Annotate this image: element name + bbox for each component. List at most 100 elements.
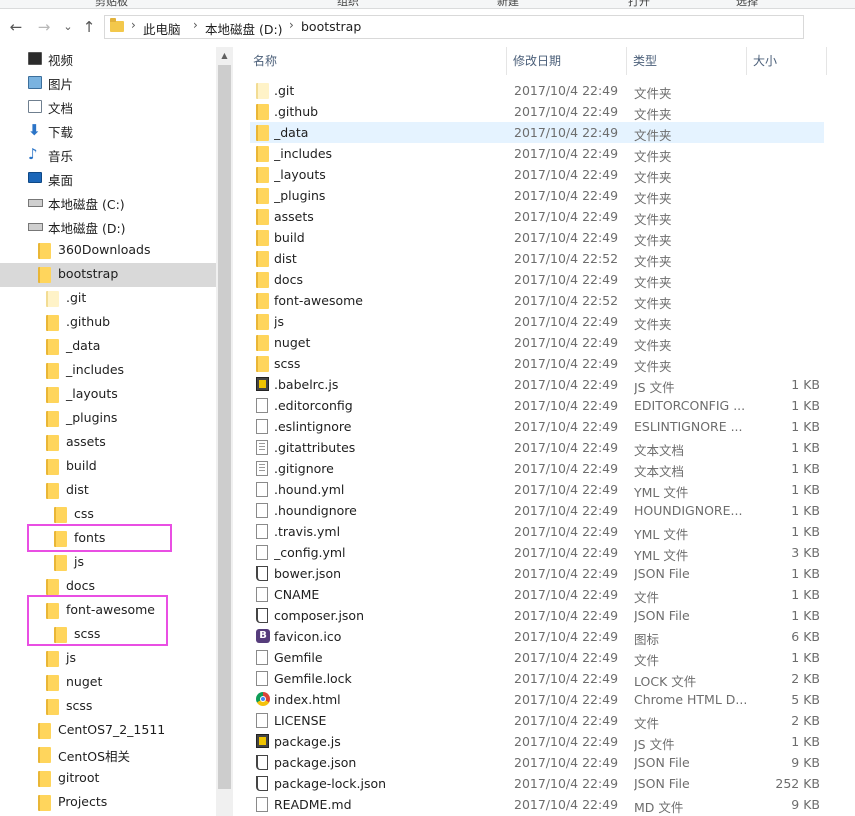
file-row[interactable]: docs 2017/10/4 22:49 文件夹 bbox=[250, 269, 824, 290]
file-date: 2017/10/4 22:49 bbox=[514, 209, 619, 224]
tree-item[interactable]: nuget bbox=[0, 671, 216, 695]
tree-item[interactable]: build bbox=[0, 455, 216, 479]
breadcrumb-this-pc[interactable]: 此电脑 bbox=[143, 19, 181, 38]
tree-item[interactable]: js bbox=[0, 647, 216, 671]
file-date: 2017/10/4 22:49 bbox=[514, 188, 619, 203]
tree-item[interactable]: 本地磁盘 (D:) bbox=[0, 215, 216, 239]
tree-item[interactable]: _plugins bbox=[0, 407, 216, 431]
file-row[interactable]: .babelrc.js 2017/10/4 22:49 JS 文件 1 KB bbox=[250, 374, 824, 395]
column-header-type[interactable]: 类型 bbox=[627, 47, 747, 75]
file-row[interactable]: _config.yml 2017/10/4 22:49 YML 文件 3 KB bbox=[250, 542, 824, 563]
tree-item[interactable]: css bbox=[0, 503, 216, 527]
tree-item[interactable]: scss bbox=[0, 623, 216, 647]
tree-item[interactable]: CentOS7_2_1511 bbox=[0, 719, 216, 743]
file-row[interactable]: _plugins 2017/10/4 22:49 文件夹 bbox=[250, 185, 824, 206]
file-icon bbox=[256, 797, 268, 812]
tree-item[interactable]: fonts bbox=[0, 527, 216, 551]
file-row[interactable]: .gitignore 2017/10/4 22:49 文本文档 1 KB bbox=[250, 458, 824, 479]
file-size: 1 KB bbox=[791, 608, 820, 623]
tree-item[interactable]: 桌面 bbox=[0, 167, 216, 191]
address-bar[interactable]: › 此电脑 › 本地磁盘 (D:) › bootstrap bbox=[104, 15, 804, 39]
file-row[interactable]: composer.json 2017/10/4 22:49 JSON File 1 K… bbox=[250, 605, 824, 626]
file-row[interactable]: .eslintignore 2017/10/4 22:49 ESLINTIGNORE… bbox=[250, 416, 824, 437]
pictures-icon bbox=[28, 76, 42, 89]
tree-scrollbar[interactable]: ▲ bbox=[216, 47, 233, 816]
file-row[interactable]: _layouts 2017/10/4 22:49 文件夹 bbox=[250, 164, 824, 185]
bootstrap-icon: B bbox=[256, 629, 270, 643]
file-name: README.md bbox=[274, 797, 352, 812]
file-date: 2017/10/4 22:49 bbox=[514, 608, 619, 623]
tree-item-label: js bbox=[66, 650, 76, 665]
tree-item[interactable]: Projects bbox=[0, 791, 216, 815]
recent-locations-chevron-icon[interactable]: ⌄ bbox=[58, 17, 78, 37]
file-row[interactable]: .editorconfig 2017/10/4 22:49 EDITORCONFIG… bbox=[250, 395, 824, 416]
tree-item[interactable]: 文档 bbox=[0, 95, 216, 119]
scrollbar-thumb[interactable] bbox=[218, 65, 231, 789]
file-row[interactable]: package.json 2017/10/4 22:49 JSON File 9 KB bbox=[250, 752, 824, 773]
file-row[interactable]: nuget 2017/10/4 22:49 文件夹 bbox=[250, 332, 824, 353]
breadcrumb-separator-icon[interactable]: › bbox=[131, 18, 136, 32]
file-row[interactable]: _data 2017/10/4 22:49 文件夹 bbox=[250, 122, 824, 143]
up-arrow-icon[interactable]: ↑ bbox=[79, 17, 99, 37]
tree-item[interactable]: bootstrap bbox=[0, 263, 216, 287]
column-header-date[interactable]: 修改日期 bbox=[507, 47, 627, 75]
file-row[interactable]: .gitattributes 2017/10/4 22:49 文本文档 1 KB bbox=[250, 437, 824, 458]
tree-item[interactable]: .github bbox=[0, 311, 216, 335]
breadcrumb-separator-icon[interactable]: › bbox=[289, 18, 294, 32]
file-row[interactable]: Bfavicon.ico 2017/10/4 22:49 图标 6 KB bbox=[250, 626, 824, 647]
back-arrow-icon[interactable]: ← bbox=[6, 17, 26, 37]
tree-item[interactable]: 本地磁盘 (C:) bbox=[0, 191, 216, 215]
tree-item[interactable]: scss bbox=[0, 695, 216, 719]
tree-item[interactable]: gitroot bbox=[0, 767, 216, 791]
file-row[interactable]: package.js 2017/10/4 22:49 JS 文件 1 KB bbox=[250, 731, 824, 752]
file-row[interactable]: Gemfile.lock 2017/10/4 22:49 LOCK 文件 2 KB bbox=[250, 668, 824, 689]
tree-item[interactable]: assets bbox=[0, 431, 216, 455]
tree-item[interactable]: font-awesome bbox=[0, 599, 216, 623]
tree-item[interactable]: CentOS相关 bbox=[0, 743, 216, 767]
tree-item[interactable]: _data bbox=[0, 335, 216, 359]
file-row[interactable]: LICENSE 2017/10/4 22:49 文件 2 KB bbox=[250, 710, 824, 731]
tree-item[interactable]: docs bbox=[0, 575, 216, 599]
file-row[interactable]: CNAME 2017/10/4 22:49 文件 1 KB bbox=[250, 584, 824, 605]
file-row[interactable]: scss 2017/10/4 22:49 文件夹 bbox=[250, 353, 824, 374]
breadcrumb-drive-d[interactable]: 本地磁盘 (D:) bbox=[205, 19, 283, 38]
folder-icon bbox=[38, 771, 51, 787]
file-row[interactable]: bower.json 2017/10/4 22:49 JSON File 1 KB bbox=[250, 563, 824, 584]
tree-item[interactable]: 360Downloads bbox=[0, 239, 216, 263]
tree-item[interactable]: 视频 bbox=[0, 47, 216, 71]
tree-item[interactable]: ⬇ 下载 bbox=[0, 119, 216, 143]
tree-item[interactable]: js bbox=[0, 551, 216, 575]
file-row[interactable]: .git 2017/10/4 22:49 文件夹 bbox=[250, 80, 824, 101]
file-row[interactable]: README.md 2017/10/4 22:49 MD 文件 9 KB bbox=[250, 794, 824, 815]
file-row[interactable]: assets 2017/10/4 22:49 文件夹 bbox=[250, 206, 824, 227]
tree-item[interactable]: ♪ 音乐 bbox=[0, 143, 216, 167]
breadcrumb-separator-icon[interactable]: › bbox=[193, 18, 198, 32]
tree-item[interactable]: 图片 bbox=[0, 71, 216, 95]
file-row[interactable]: package-lock.json 2017/10/4 22:49 JSON Fil… bbox=[250, 773, 824, 794]
column-header-name[interactable]: 名称 bbox=[247, 47, 507, 75]
file-row[interactable]: .houndignore 2017/10/4 22:49 HOUNDIGNORE..… bbox=[250, 500, 824, 521]
folder-icon bbox=[256, 209, 269, 225]
scroll-up-arrow-icon[interactable]: ▲ bbox=[216, 47, 233, 64]
file-row[interactable]: build 2017/10/4 22:49 文件夹 bbox=[250, 227, 824, 248]
column-header-size[interactable]: 大小 bbox=[747, 47, 827, 75]
json-file-icon bbox=[256, 566, 268, 581]
forward-arrow-icon[interactable]: → bbox=[34, 17, 54, 37]
file-row[interactable]: dist 2017/10/4 22:52 文件夹 bbox=[250, 248, 824, 269]
file-date: 2017/10/4 22:49 bbox=[514, 524, 619, 539]
file-row[interactable]: _includes 2017/10/4 22:49 文件夹 bbox=[250, 143, 824, 164]
folder-icon bbox=[46, 651, 59, 667]
file-row[interactable]: js 2017/10/4 22:49 文件夹 bbox=[250, 311, 824, 332]
tree-item[interactable]: _includes bbox=[0, 359, 216, 383]
tree-item[interactable]: dist bbox=[0, 479, 216, 503]
tree-item[interactable]: _layouts bbox=[0, 383, 216, 407]
breadcrumb-bootstrap[interactable]: bootstrap bbox=[301, 19, 361, 34]
file-row[interactable]: font-awesome 2017/10/4 22:52 文件夹 bbox=[250, 290, 824, 311]
tree-item[interactable]: .git bbox=[0, 287, 216, 311]
file-row[interactable]: .hound.yml 2017/10/4 22:49 YML 文件 1 KB bbox=[250, 479, 824, 500]
file-type: 文件夹 bbox=[634, 254, 672, 269]
file-row[interactable]: index.html 2017/10/4 22:49 Chrome HTML D..… bbox=[250, 689, 824, 710]
file-row[interactable]: .travis.yml 2017/10/4 22:49 YML 文件 1 KB bbox=[250, 521, 824, 542]
file-row[interactable]: Gemfile 2017/10/4 22:49 文件 1 KB bbox=[250, 647, 824, 668]
file-row[interactable]: .github 2017/10/4 22:49 文件夹 bbox=[250, 101, 824, 122]
